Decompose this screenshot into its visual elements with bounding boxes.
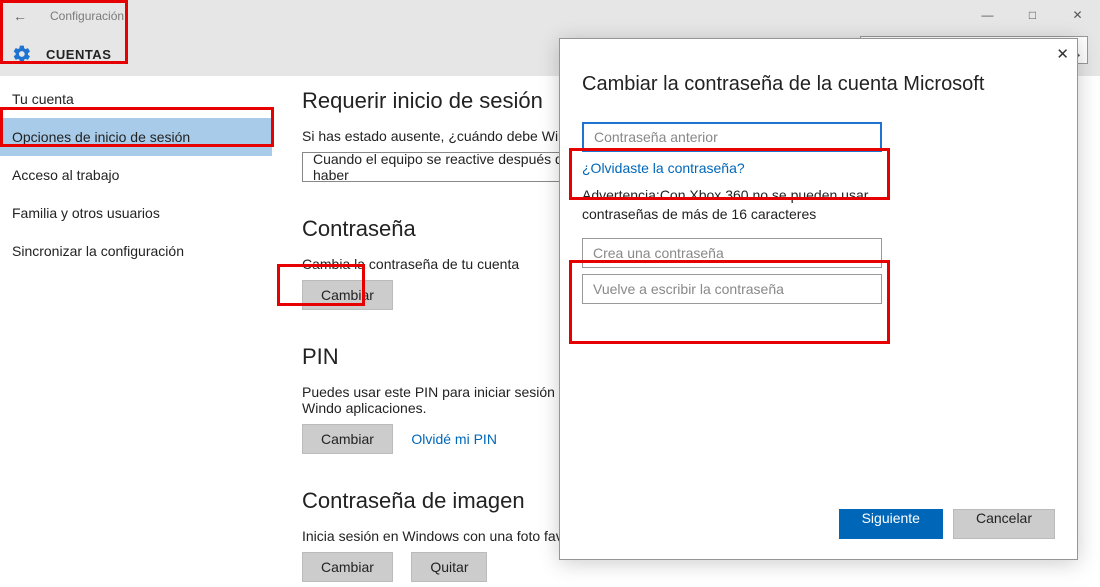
dialog-footer: Siguiente Cancelar <box>839 509 1055 539</box>
repeat-password-input[interactable] <box>582 274 882 304</box>
dialog-title: Cambiar la contraseña de la cuenta Micro… <box>582 73 1055 96</box>
dialog-next-button[interactable]: Siguiente <box>839 509 943 539</box>
sidebar: Tu cuenta Opciones de inicio de sesión A… <box>0 76 272 587</box>
sidebar-item-sincronizar[interactable]: Sincronizar la configuración <box>0 232 272 270</box>
dialog-cancel-button[interactable]: Cancelar <box>953 509 1055 539</box>
window-controls: — □ ✕ <box>965 0 1100 30</box>
forgot-password-link[interactable]: ¿Olvidaste la contraseña? <box>582 160 745 176</box>
require-signin-select[interactable]: Cuando el equipo se reactive después de … <box>302 152 592 182</box>
sidebar-item-tu-cuenta[interactable]: Tu cuenta <box>0 80 272 118</box>
maximize-button[interactable]: □ <box>1010 0 1055 30</box>
old-password-input[interactable] <box>582 122 882 152</box>
dialog-warning-text: Advertencia:Con Xbox 360 no se pueden us… <box>582 186 902 224</box>
picture-password-change-button[interactable]: Cambiar <box>302 552 393 582</box>
password-change-button[interactable]: Cambiar <box>302 280 393 310</box>
picture-password-remove-button[interactable]: Quitar <box>411 552 487 582</box>
new-password-input[interactable] <box>582 238 882 268</box>
page-title: CUENTAS <box>46 47 111 62</box>
change-password-dialog: ✕ Cambiar la contraseña de la cuenta Mic… <box>559 38 1078 560</box>
sidebar-item-acceso-trabajo[interactable]: Acceso al trabajo <box>0 156 272 194</box>
sidebar-item-opciones-inicio[interactable]: Opciones de inicio de sesión <box>0 118 272 156</box>
dialog-close-button[interactable]: ✕ <box>1056 45 1069 63</box>
pin-forgot-link[interactable]: Olvidé mi PIN <box>411 431 497 447</box>
sidebar-item-familia[interactable]: Familia y otros usuarios <box>0 194 272 232</box>
pin-prompt: Puedes usar este PIN para iniciar sesión… <box>302 384 582 416</box>
minimize-button[interactable]: — <box>965 0 1010 30</box>
pin-change-button[interactable]: Cambiar <box>302 424 393 454</box>
close-button[interactable]: ✕ <box>1055 0 1100 30</box>
new-password-group <box>582 238 1055 304</box>
gear-icon <box>12 44 32 64</box>
window-title: Configuración <box>50 9 124 23</box>
titlebar: ← Configuración — □ ✕ <box>0 0 1100 32</box>
back-button[interactable]: ← <box>0 8 40 24</box>
